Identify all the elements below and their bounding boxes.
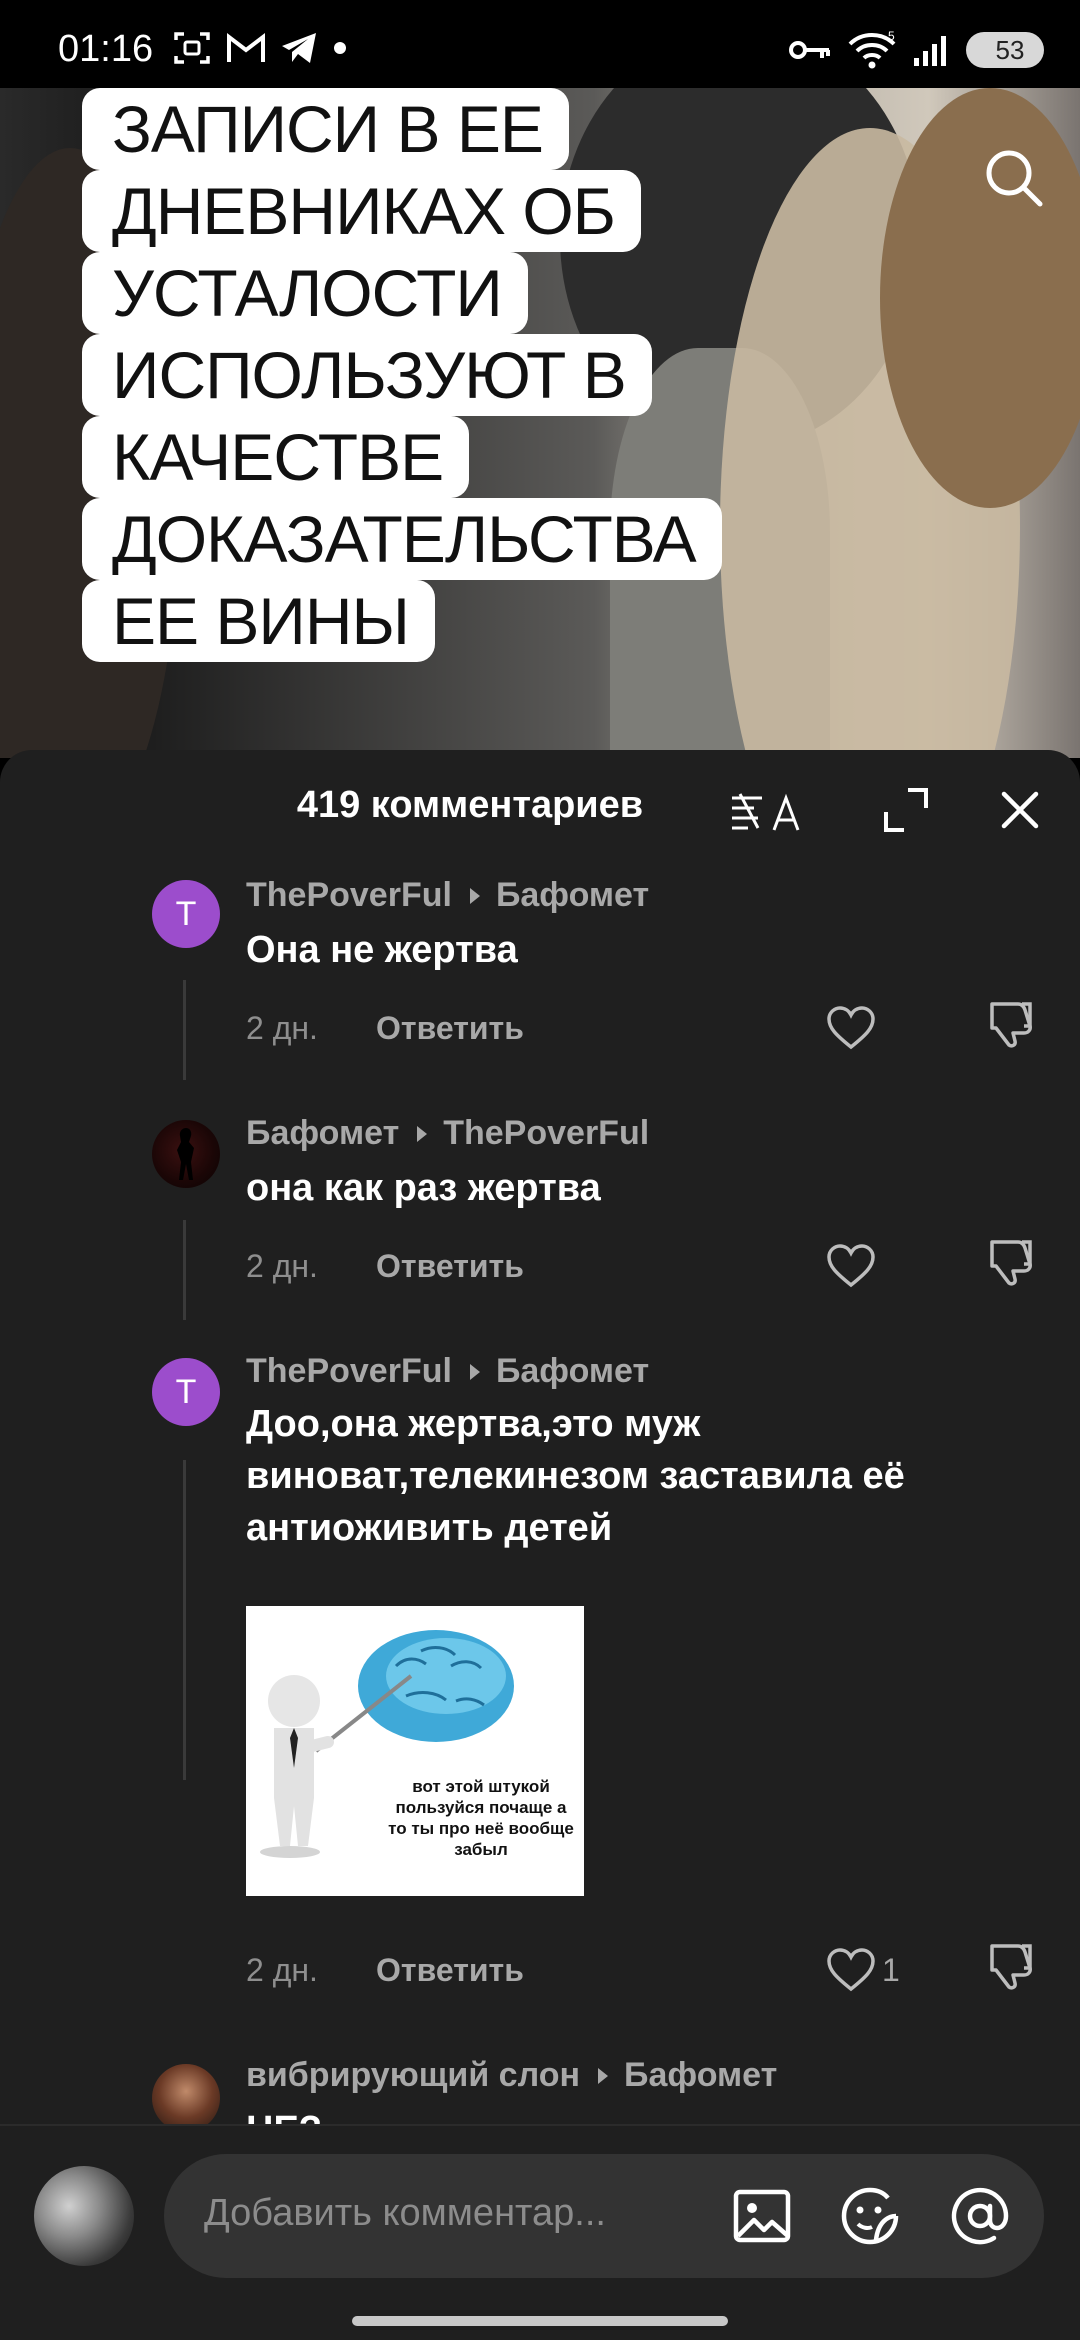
- battery-icon: 53: [966, 32, 1044, 68]
- caption-line: ДНЕВНИКАХ ОБ: [82, 170, 641, 252]
- avatar[interactable]: [152, 1120, 220, 1188]
- caption-line: КАЧЕСТВЕ: [82, 416, 470, 498]
- comment-text: Доо,она жертва,это муж виноват,телекинез…: [246, 1403, 905, 1549]
- comment-author[interactable]: ThePoverFul: [246, 1352, 452, 1391]
- signal-icon: [914, 36, 946, 66]
- svg-text:5: 5: [888, 30, 895, 43]
- avatar[interactable]: T: [152, 880, 220, 948]
- dislike-button[interactable]: [986, 998, 1046, 1058]
- comment-author-row: вибрирующий слон Бафомет: [246, 2056, 777, 2095]
- comments-sheet: 419 комментариев T ThePoverFul Бафомет О…: [0, 750, 1080, 2340]
- thread-line: [183, 1460, 186, 1780]
- like-count: 1: [882, 1951, 900, 1988]
- caption-line: ИСПОЛЬЗУЮТ В: [82, 334, 652, 416]
- comment-author[interactable]: вибрирующий слон: [246, 2056, 580, 2095]
- heart-icon: [827, 1244, 875, 1288]
- at-sign-icon: [951, 2187, 1009, 2245]
- heart-icon: [827, 1006, 875, 1050]
- thread-line: [183, 1220, 186, 1320]
- reply-arrow-icon: [417, 1125, 428, 1142]
- comment-meta: 2 дн. Ответить: [246, 1248, 524, 1285]
- reply-button[interactable]: Ответить: [376, 1010, 524, 1047]
- vpn-key-icon: [789, 41, 830, 59]
- image-icon: [733, 2189, 791, 2243]
- expand-icon: [884, 788, 928, 832]
- like-button[interactable]: 1: [826, 1940, 916, 2000]
- comment-author-row: ThePoverFul Бафомет: [246, 876, 649, 915]
- telegram-icon: [282, 33, 316, 63]
- caption-line: УСТАЛОСТИ: [82, 252, 528, 334]
- silhouette-icon: [177, 1128, 194, 1180]
- avatar[interactable]: [152, 2064, 220, 2132]
- wifi-icon: 5: [848, 30, 896, 69]
- meme-caption: вот этой штукой пользуйся почаще а то ты…: [388, 1777, 574, 1859]
- comment-author[interactable]: ThePoverFul: [246, 876, 452, 915]
- avatar-letter: T: [175, 894, 197, 933]
- status-time: 01:16: [58, 28, 154, 70]
- thumbs-down-icon: [990, 1944, 1032, 1990]
- comment-reply-to[interactable]: Бафомет: [624, 2056, 777, 2095]
- comment-text: она как раз жертва: [246, 1167, 601, 1209]
- comment-meta: 2 дн. Ответить: [246, 1952, 524, 1989]
- comment-author-row: ThePoverFul Бафомет: [246, 1352, 649, 1391]
- comment-image[interactable]: вот этой штукой пользуйся почаще а то ты…: [246, 1606, 584, 1896]
- search-icon: [986, 150, 1043, 207]
- comment-reply-to[interactable]: Бафомет: [496, 1352, 649, 1391]
- battery-level: 53: [995, 34, 1025, 65]
- status-system-icons: 5 53: [788, 30, 1044, 70]
- caption-line: ДОКАЗАТЕЛЬСТВА: [82, 498, 722, 580]
- gmail-icon: [227, 32, 265, 62]
- comment-meta: 2 дн. Ответить: [246, 1010, 524, 1047]
- close-button[interactable]: [990, 780, 1050, 840]
- image-button[interactable]: [730, 2184, 794, 2248]
- heart-icon: [827, 1948, 875, 1992]
- avatar[interactable]: T: [152, 1358, 220, 1426]
- status-notification-icons: [172, 30, 348, 66]
- screenshot-icon: [174, 32, 210, 64]
- thumbs-down-icon: [990, 1240, 1032, 1286]
- comment-input-placeholder: Добавить комментар...: [204, 2192, 606, 2234]
- dislike-button[interactable]: [986, 1940, 1046, 2000]
- video-player[interactable]: ЗАПИСИ В ЕЕ ДНЕВНИКАХ ОБ УСТАЛОСТИ ИСПОЛ…: [0, 88, 1080, 758]
- like-button[interactable]: [826, 998, 886, 1058]
- reply-arrow-icon: [598, 2067, 609, 2084]
- comment-author-row: Бафомет ThePoverFul: [246, 1114, 649, 1153]
- comment-input-bar: Добавить комментар...: [0, 2124, 1080, 2340]
- expand-button[interactable]: [878, 782, 934, 838]
- comment-reply-to[interactable]: Бафомет: [496, 876, 649, 915]
- status-bar: 01:16 5 53: [0, 0, 1080, 88]
- video-caption: ЗАПИСИ В ЕЕ ДНЕВНИКАХ ОБ УСТАЛОСТИ ИСПОЛ…: [82, 88, 842, 662]
- thread-line: [183, 980, 186, 1080]
- emoji-sticker-icon: [841, 2187, 899, 2245]
- comment-reply-to[interactable]: ThePoverFul: [443, 1114, 649, 1153]
- reply-button[interactable]: Ответить: [376, 1952, 524, 1989]
- comment-time: 2 дн.: [246, 1952, 318, 1988]
- comment-time: 2 дн.: [246, 1010, 318, 1046]
- user-avatar[interactable]: [34, 2166, 134, 2266]
- close-icon: [1001, 791, 1039, 829]
- like-button[interactable]: [826, 1236, 886, 1296]
- avatar-letter: T: [175, 1372, 197, 1411]
- comment-time: 2 дн.: [246, 1248, 318, 1284]
- reply-arrow-icon: [469, 887, 480, 904]
- thumbs-down-icon: [990, 1002, 1032, 1048]
- comments-header: 419 комментариев: [0, 750, 1080, 870]
- caption-line: ЕЕ ВИНЫ: [82, 580, 435, 662]
- translate-icon: [732, 793, 800, 831]
- dislike-button[interactable]: [986, 1236, 1046, 1296]
- mention-button[interactable]: [948, 2184, 1012, 2248]
- comment-input[interactable]: Добавить комментар...: [164, 2154, 1044, 2278]
- comment-text: Она не жертва: [246, 929, 518, 971]
- home-indicator[interactable]: [352, 2316, 728, 2326]
- emoji-button[interactable]: [838, 2184, 902, 2248]
- comment-author[interactable]: Бафомет: [246, 1114, 399, 1153]
- caption-line: ЗАПИСИ В ЕЕ: [82, 88, 569, 170]
- dot-icon: [334, 42, 346, 54]
- reply-arrow-icon: [469, 1363, 480, 1380]
- search-button[interactable]: [974, 138, 1054, 218]
- reply-button[interactable]: Ответить: [376, 1248, 524, 1285]
- translate-button[interactable]: [730, 786, 810, 836]
